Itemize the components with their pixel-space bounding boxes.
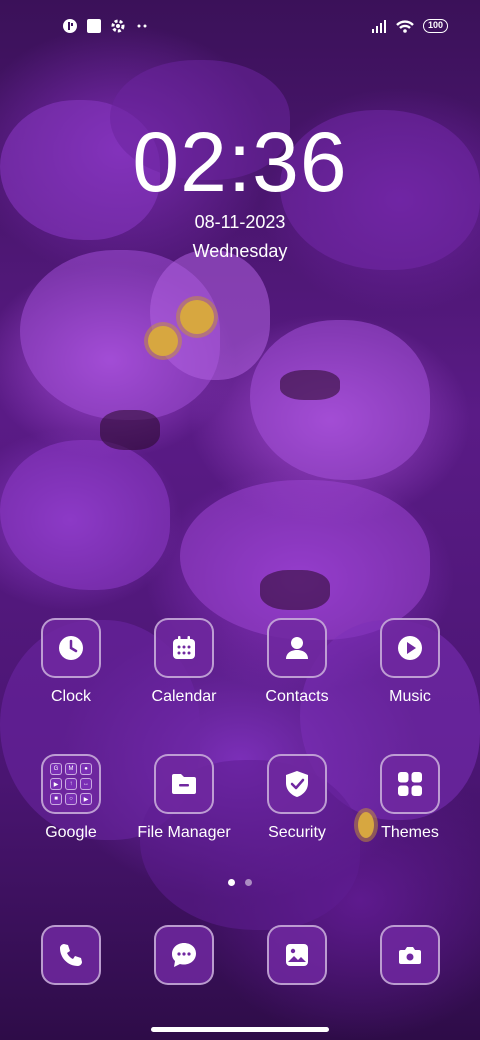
folder-icon[interactable] bbox=[154, 754, 214, 814]
status-right: 100 bbox=[371, 18, 448, 34]
folder-app-icon: ↔ bbox=[80, 778, 92, 790]
folder-app-icon: ↑ bbox=[65, 778, 77, 790]
wifi-icon bbox=[395, 18, 415, 34]
folder-app-icon: M bbox=[65, 763, 77, 775]
clock-widget[interactable]: 02:36 08-11-2023 Wednesday bbox=[0, 118, 480, 262]
more-dots-icon bbox=[134, 18, 150, 34]
app-label-themes: Themes bbox=[381, 824, 439, 841]
folder-app-icon: G bbox=[50, 763, 62, 775]
app-contacts[interactable]: Contacts bbox=[241, 618, 353, 706]
app-label-contacts: Contacts bbox=[265, 688, 329, 705]
page-indicator bbox=[0, 879, 480, 886]
folder-app-icon: ▶ bbox=[80, 793, 92, 805]
settings-icon bbox=[110, 18, 126, 34]
dock-gallery[interactable] bbox=[267, 925, 327, 985]
folder-app-icon: ▶ bbox=[50, 778, 62, 790]
clock-icon[interactable] bbox=[41, 618, 101, 678]
messages-icon[interactable] bbox=[154, 925, 214, 985]
themes-grid-icon[interactable] bbox=[380, 754, 440, 814]
page-dot[interactable] bbox=[245, 879, 252, 886]
app-label-file-manager: File Manager bbox=[137, 824, 231, 841]
square-notification-icon bbox=[86, 18, 102, 34]
music-play-icon[interactable] bbox=[380, 618, 440, 678]
signal-icon bbox=[371, 18, 387, 34]
battery-indicator: 100 bbox=[422, 19, 448, 33]
app-notification-icon bbox=[62, 18, 78, 34]
calendar-icon[interactable] bbox=[154, 618, 214, 678]
app-label-security: Security bbox=[268, 824, 326, 841]
gallery-icon[interactable] bbox=[267, 925, 327, 985]
phone-icon[interactable] bbox=[41, 925, 101, 985]
app-music[interactable]: Music bbox=[354, 618, 466, 706]
dock-messages[interactable] bbox=[154, 925, 214, 985]
app-label-google: Google bbox=[45, 824, 97, 841]
folder-app-icon: ■ bbox=[50, 793, 62, 805]
app-file-manager[interactable]: File Manager bbox=[128, 754, 240, 842]
google-folder-grid: G M ● ▶ ↑ ↔ ■ ○ ▶ bbox=[50, 763, 92, 805]
folder-app-icon: ○ bbox=[65, 793, 77, 805]
folder-app-icon: ● bbox=[80, 763, 92, 775]
google-folder-icon[interactable]: G M ● ▶ ↑ ↔ ■ ○ ▶ bbox=[41, 754, 101, 814]
app-google-folder[interactable]: G M ● ▶ ↑ ↔ ■ ○ ▶ Google bbox=[15, 754, 127, 842]
clock-date: 08-11-2023 bbox=[194, 212, 286, 232]
shield-icon[interactable] bbox=[267, 754, 327, 814]
clock-time: 02:36 bbox=[132, 115, 348, 209]
app-clock[interactable]: Clock bbox=[15, 618, 127, 706]
app-label-music: Music bbox=[389, 688, 431, 705]
app-label-calendar: Calendar bbox=[151, 688, 217, 705]
page-dot-active[interactable] bbox=[228, 879, 235, 886]
status-bar: 100 bbox=[0, 0, 480, 56]
app-calendar[interactable]: Calendar bbox=[128, 618, 240, 706]
app-label-clock: Clock bbox=[50, 688, 91, 705]
home-gesture-bar[interactable] bbox=[151, 1027, 329, 1032]
contacts-icon[interactable] bbox=[267, 618, 327, 678]
dock-camera[interactable] bbox=[380, 925, 440, 985]
status-left bbox=[62, 18, 150, 34]
clock-day: Wednesday bbox=[192, 241, 288, 261]
camera-icon[interactable] bbox=[380, 925, 440, 985]
app-security[interactable]: Security bbox=[241, 754, 353, 842]
app-themes[interactable]: Themes bbox=[354, 754, 466, 842]
dock-phone[interactable] bbox=[41, 925, 101, 985]
